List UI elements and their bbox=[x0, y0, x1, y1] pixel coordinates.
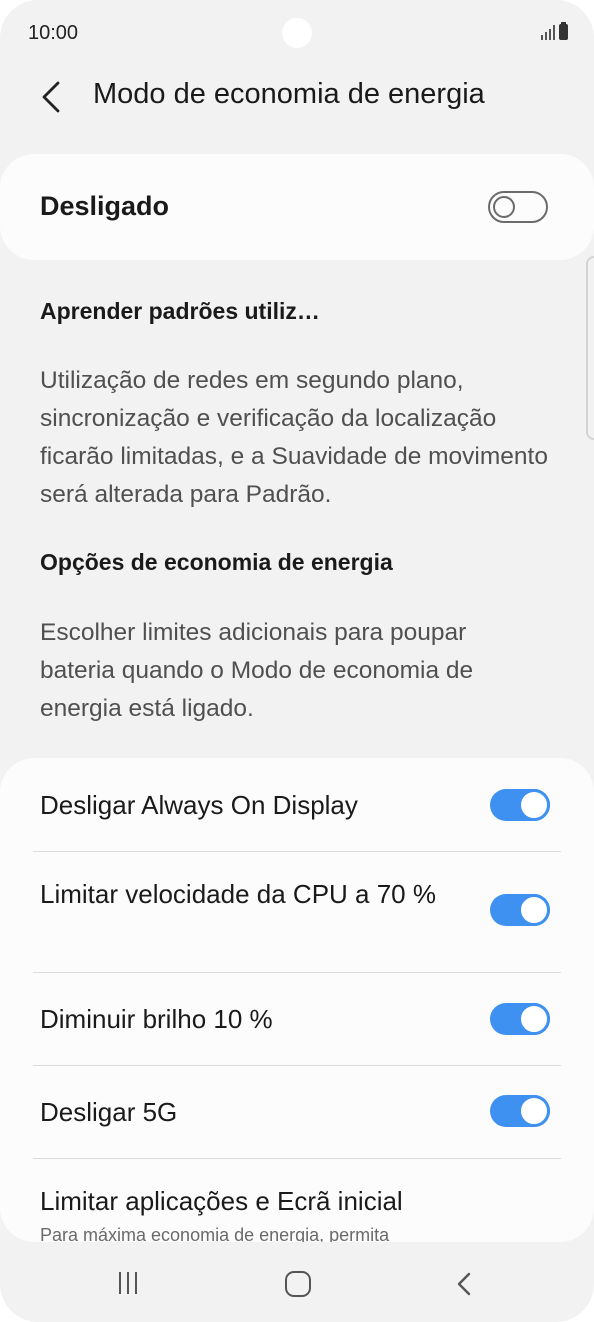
battery-icon bbox=[559, 22, 568, 40]
option-sublabel: Para máxima economia de energia, permita bbox=[40, 1225, 390, 1242]
option-label: Limitar velocidade da CPU a 70 % bbox=[40, 879, 436, 909]
option-label: Limitar aplicações e Ecrã inicial bbox=[40, 1186, 403, 1216]
camera-cutout bbox=[282, 18, 312, 48]
option-row-limit-apps[interactable]: Limitar aplicações e Ecrã inicial Para m… bbox=[0, 1159, 594, 1242]
back-icon[interactable] bbox=[456, 1272, 472, 1296]
toggle-knob bbox=[493, 196, 515, 218]
options-description: Escolher limites adicionais para poupar … bbox=[40, 619, 474, 722]
toggle-knob bbox=[518, 1095, 550, 1127]
master-switch-card[interactable]: Desligado bbox=[0, 154, 594, 260]
recents-icon[interactable] bbox=[119, 1272, 137, 1294]
option-row-brightness[interactable]: Diminuir brilho 10 % bbox=[0, 973, 594, 1065]
option-row-5g[interactable]: Desligar 5G bbox=[0, 1066, 594, 1158]
adaptive-description: Utilização de redes em segundo plano, si… bbox=[40, 367, 548, 508]
always-on-display-toggle[interactable] bbox=[490, 789, 550, 821]
toggle-knob bbox=[518, 1003, 550, 1035]
master-switch-label: Desligado bbox=[40, 191, 170, 221]
phone-screen: 10:00 Modo de economia de energia Deslig… bbox=[0, 0, 594, 1322]
cpu-limit-toggle[interactable] bbox=[490, 894, 550, 926]
adaptive-heading[interactable]: Aprender padrões utiliz… bbox=[40, 298, 320, 325]
option-label: Desligar 5G bbox=[40, 1097, 178, 1127]
option-label: Desligar Always On Display bbox=[40, 790, 358, 820]
home-icon[interactable] bbox=[285, 1271, 311, 1297]
toggle-knob bbox=[518, 894, 550, 926]
5g-toggle[interactable] bbox=[490, 1095, 550, 1127]
toggle-knob bbox=[518, 789, 550, 821]
option-row-always-on-display[interactable]: Desligar Always On Display bbox=[0, 758, 594, 851]
status-bar: 10:00 bbox=[0, 0, 594, 66]
chevron-left-icon[interactable] bbox=[38, 80, 68, 114]
option-row-cpu-limit[interactable]: Limitar velocidade da CPU a 70 % bbox=[0, 852, 594, 972]
brightness-toggle[interactable] bbox=[490, 1003, 550, 1035]
status-time: 10:00 bbox=[28, 22, 79, 44]
master-toggle-switch[interactable] bbox=[488, 191, 548, 223]
navigation-bar bbox=[0, 1242, 594, 1322]
page-title: Modo de economia de energia bbox=[93, 78, 485, 110]
scroll-indicator[interactable] bbox=[586, 256, 594, 440]
status-icons bbox=[541, 22, 568, 40]
option-label: Diminuir brilho 10 % bbox=[40, 1004, 273, 1034]
app-header: Modo de economia de energia bbox=[0, 66, 594, 128]
signal-icon bbox=[541, 24, 555, 40]
options-card: Desligar Always On Display Limitar veloc… bbox=[0, 758, 594, 1242]
options-heading: Opções de economia de energia bbox=[40, 549, 393, 575]
